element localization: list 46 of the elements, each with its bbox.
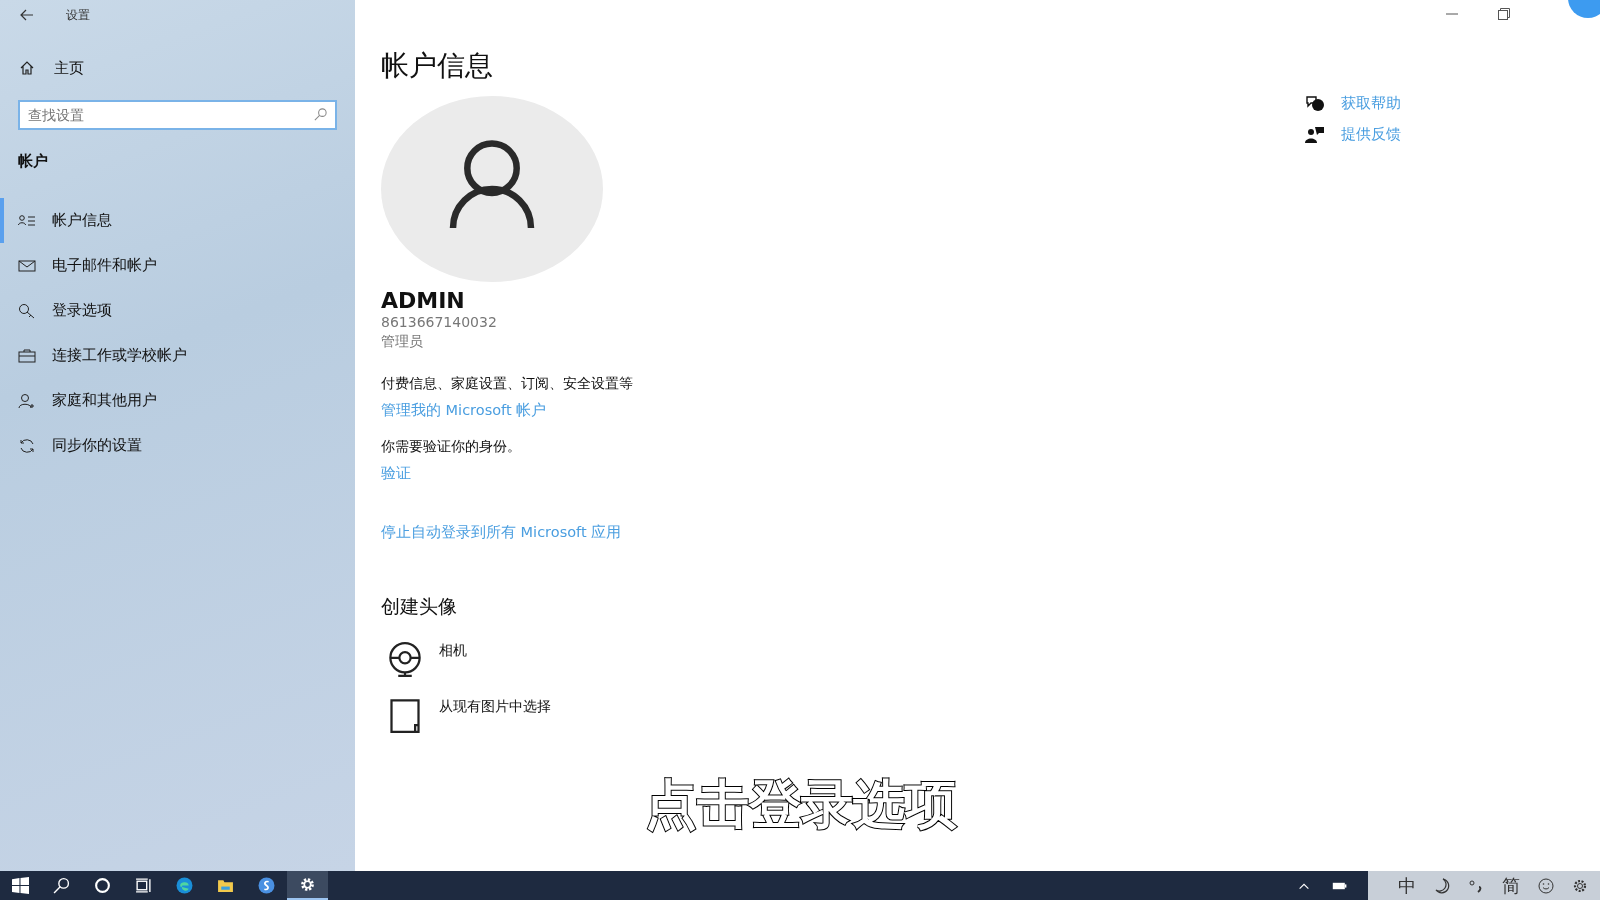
browser-icon[interactable] [176, 877, 193, 894]
search-field[interactable]: 查找设置 [18, 100, 337, 130]
nav-item[interactable]: 连接工作或学校帐户 [0, 333, 355, 378]
avatar-option[interactable]: 从现有图片中选择 [381, 698, 551, 734]
folder-icon[interactable] [217, 877, 234, 894]
windows-start-icon[interactable] [12, 877, 29, 894]
nav-item[interactable]: 同步你的设置 [0, 423, 355, 468]
person-feedback-icon [1305, 125, 1325, 144]
search-icon[interactable] [53, 877, 70, 894]
file-icon [387, 698, 423, 734]
section-heading: 帐户 [17, 151, 49, 172]
video-caption: 点击登录选项 [645, 773, 957, 836]
person-add-icon [18, 392, 36, 409]
user-name: ADMIN [381, 288, 465, 313]
chat-question-icon [1305, 94, 1325, 113]
restore-icon[interactable] [1498, 8, 1510, 20]
window-title: 设置 [66, 6, 90, 24]
person-list-icon [18, 212, 36, 229]
gear-icon [299, 876, 316, 893]
moon-icon[interactable] [1434, 876, 1450, 895]
billing-text: 付费信息、家庭设置、订阅、安全设置等 [381, 375, 633, 393]
key-icon [18, 302, 36, 319]
page-title: 帐户信息 [381, 48, 493, 84]
smiley-icon[interactable] [1538, 876, 1554, 895]
nav-item[interactable]: 家庭和其他用户 [0, 378, 355, 423]
nav-item[interactable]: 电子邮件和帐户 [0, 243, 355, 288]
mail-icon [18, 257, 36, 274]
briefcase-icon [18, 347, 36, 364]
user-id: 8613667140032 [381, 313, 497, 332]
ime-mode-button[interactable]: 中 [1398, 873, 1416, 898]
ime-script-button[interactable]: 简 [1502, 873, 1520, 898]
home-icon [18, 60, 36, 76]
back-arrow-icon[interactable] [18, 7, 36, 23]
cortana-circle-icon[interactable] [94, 877, 111, 894]
search-icon [313, 107, 328, 122]
nav-item[interactable]: 登录选项 [0, 288, 355, 333]
section-heading: 创建头像 [381, 594, 457, 619]
settings-taskbar-button[interactable] [287, 871, 328, 900]
avatar-option[interactable]: 相机 [381, 642, 467, 678]
sync-icon [18, 437, 36, 454]
home-nav-item[interactable]: 主页 [0, 46, 355, 90]
verify-text: 你需要验证你的身份。 [381, 438, 521, 456]
webcam-icon [387, 642, 423, 678]
user-role: 管理员 [381, 332, 423, 351]
task-view-icon[interactable] [135, 877, 152, 894]
app-icon[interactable] [258, 877, 275, 894]
